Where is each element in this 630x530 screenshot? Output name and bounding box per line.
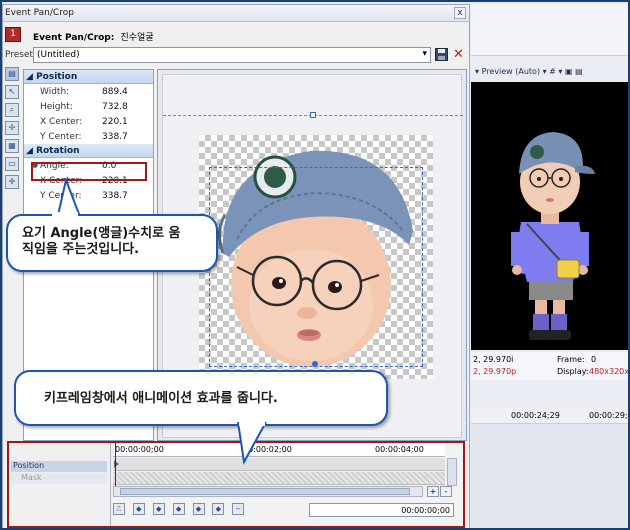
width-value[interactable]: 889.4	[102, 87, 128, 97]
dialog-header-title: Event Pan/Crop: 진수얼굴	[33, 30, 154, 43]
chevron-down-icon[interactable]: ▾	[422, 49, 427, 59]
previous-keyframe-icon[interactable]: ◆	[152, 503, 165, 515]
boy-cartoon-figure	[511, 132, 595, 340]
screenshot-frame: ▾ Preview (Auto) ▾ # ▾ ▣ ▤ 2, 29.970i 2,…	[0, 0, 630, 530]
zoom-out-button[interactable]: -	[440, 486, 452, 497]
x-center-row[interactable]: X Center: 220.1	[24, 114, 153, 129]
main-ruler-label-a: 00:00:24;29	[511, 411, 560, 420]
grid-icon[interactable]: #	[549, 67, 556, 76]
add-keyframe-icon[interactable]: ◆	[212, 503, 225, 515]
preview-window-top	[471, 4, 628, 56]
display-label: Display:	[557, 367, 589, 376]
display-value: 480x320x3	[589, 367, 630, 376]
delete-keyframe-icon[interactable]: −	[232, 503, 245, 515]
timeline-zoom-controls: + -	[427, 486, 457, 497]
event-name: 진수얼굴	[120, 33, 154, 43]
ruler-label-0: 00:00:00;00	[115, 445, 164, 454]
keyframe-ruler[interactable]: 00:00:00;00 00:00:02;00 00:00:04;00	[113, 443, 445, 457]
y-center-row[interactable]: Y Center: 338.7	[24, 129, 153, 144]
tool-strip: ▤ ↖ ⌕ ✢ ▦ ▭ ✛	[5, 67, 21, 207]
keyframe-callout-pointer	[237, 422, 267, 466]
sync-cursor-icon[interactable]: ⎍	[113, 503, 125, 515]
save-snapshot-icon[interactable]: ▤	[575, 67, 583, 76]
crop-center-handle[interactable]	[312, 361, 318, 367]
main-timeline-area	[471, 424, 628, 528]
angle-callout-line2: 직임을 주는것입니다.	[22, 242, 140, 257]
video-preview-window: ▾ Preview (Auto) ▾ # ▾ ▣ ▤ 2, 29.970i 2,…	[471, 4, 630, 528]
frame-value: 0	[591, 355, 597, 364]
height-row[interactable]: Height: 732.8	[24, 99, 153, 114]
angle-callout-pointer-join	[52, 212, 78, 218]
move-tool-icon[interactable]: ✢	[5, 121, 19, 135]
top-center-handle[interactable]	[310, 112, 316, 118]
angle-callout: 요기 Angle(앵글)수치로 움 직임을 주는것입니다.	[6, 214, 218, 272]
height-value[interactable]: 732.8	[102, 102, 128, 112]
crop-selection-box[interactable]	[209, 167, 423, 367]
keyframe-callout-text: 키프레임창에서 애니메이션 효과를 줍니다.	[44, 391, 278, 406]
preset-dropdown[interactable]: (Untitled) ▾	[33, 47, 431, 63]
preview-video-frame	[471, 82, 628, 350]
enable-snapping-icon[interactable]: ▦	[5, 139, 19, 153]
main-timeline-ruler: 00:00:24;29 00:00:29;29	[471, 408, 628, 424]
lock-aspect-ratio-icon[interactable]: ▭	[5, 157, 19, 171]
position-section-label: Position	[36, 72, 78, 82]
ruler-label-4: 00:00:04;00	[375, 445, 424, 454]
preview-info-bar: 2, 29.970i 2, 29.970p Frame: 0 Display: …	[471, 352, 630, 380]
close-icon[interactable]: x	[454, 7, 466, 19]
header-title-text: Event Pan/Crop:	[33, 33, 115, 43]
timeline-cursor[interactable]	[115, 443, 116, 486]
preset-row: Preset: (Untitled) ▾ ✕	[3, 46, 469, 64]
y-center-value[interactable]: 338.7	[102, 132, 128, 142]
width-label: Width:	[40, 87, 70, 97]
frame-label: Frame:	[557, 355, 585, 364]
scale-about-center-icon[interactable]: ✛	[5, 175, 19, 189]
event-icon: 1	[5, 27, 21, 42]
save-preset-icon[interactable]	[435, 48, 448, 61]
normal-edit-tool-icon[interactable]: ↖	[5, 85, 19, 99]
project-format-text: 2, 29.970i	[473, 355, 514, 364]
zoom-tool-icon[interactable]: ⌕	[5, 103, 19, 117]
first-keyframe-icon[interactable]: ◆	[132, 503, 145, 515]
copy-frame-icon[interactable]: ▣	[565, 67, 573, 76]
main-ruler-label-b: 00:00:29;29	[589, 411, 628, 420]
preview-toolbar: ▾ Preview (Auto) ▾ # ▾ ▣ ▤	[471, 64, 628, 82]
dialog-header: 1 Event Pan/Crop: 진수얼굴	[3, 23, 469, 45]
rotation-section-label: Rotation	[36, 146, 80, 156]
timeline-horizontal-scrollbar[interactable]	[113, 486, 423, 497]
scrollbar-thumb[interactable]	[120, 488, 410, 495]
preset-value: (Untitled)	[37, 50, 80, 60]
preset-label: Preset:	[5, 50, 37, 60]
position-keyframe-track[interactable]	[113, 458, 445, 471]
rotation-y-center-value[interactable]: 338.7	[102, 191, 128, 201]
preview-quality-dropdown[interactable]: Preview (Auto)	[482, 67, 541, 76]
last-keyframe-icon[interactable]: ◆	[192, 503, 205, 515]
x-center-label: X Center:	[40, 117, 83, 127]
cursor-time-display[interactable]: 00:00:00;00	[309, 503, 454, 517]
x-center-value[interactable]: 220.1	[102, 117, 128, 127]
mask-track-label[interactable]: Mask	[11, 473, 107, 484]
position-track-label[interactable]: Position	[11, 461, 107, 472]
keyframe-callout: 키프레임창에서 애니메이션 효과를 줍니다.	[14, 370, 388, 426]
angle-callout-line1: 요기 Angle(앵글)수치로 움	[22, 226, 181, 241]
preview-format-text: 2, 29.970p	[473, 367, 517, 376]
show-properties-icon[interactable]: ▤	[5, 67, 19, 81]
y-center-label: Y Center:	[40, 132, 82, 142]
zoom-in-button[interactable]: +	[427, 486, 439, 497]
timeline-track-list: Position Mask	[9, 443, 111, 526]
width-row[interactable]: Width: 889.4	[24, 84, 153, 99]
timeline-vertical-scrollbar[interactable]	[447, 458, 457, 486]
position-section-header[interactable]: ◢ Position	[24, 70, 153, 84]
next-keyframe-icon[interactable]: ◆	[172, 503, 185, 515]
dialog-titlebar[interactable]: Event Pan/Crop x	[3, 5, 469, 22]
dialog-title: Event Pan/Crop	[5, 8, 74, 18]
keyframe-controls: ⎍ ◆ ◆ ◆ ◆ ◆ −	[113, 503, 333, 517]
rotation-section-header[interactable]: ◢ Rotation	[24, 144, 153, 158]
mask-keyframe-track	[113, 472, 445, 485]
height-label: Height:	[40, 102, 73, 112]
delete-preset-icon[interactable]: ✕	[453, 47, 464, 62]
